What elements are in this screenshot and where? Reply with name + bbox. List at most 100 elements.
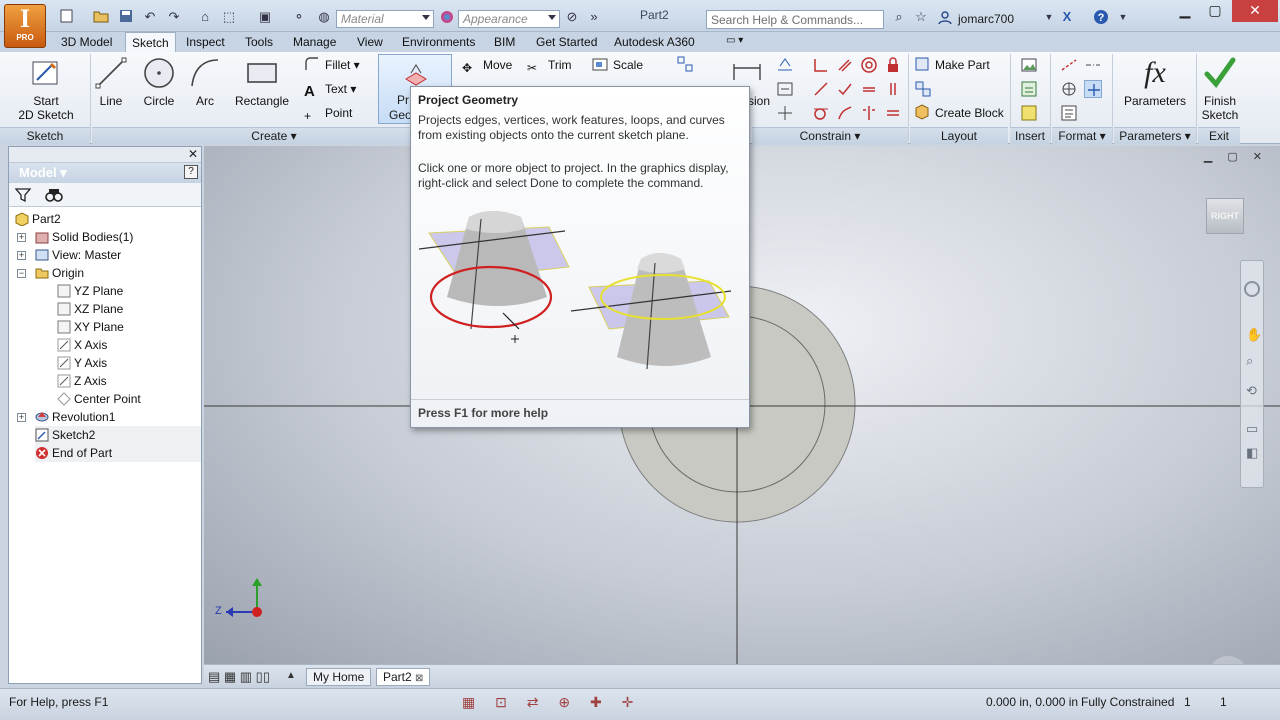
search-icon[interactable]: ⌕	[890, 9, 908, 25]
construction-icon[interactable]	[1060, 56, 1078, 74]
concentric-constraint-icon[interactable]	[860, 56, 878, 74]
ribbon-options-icon[interactable]: ▭ ▾	[720, 32, 749, 52]
tree-item-yz-plane[interactable]: YZ Plane	[57, 282, 123, 300]
more-quick-access-icon[interactable]: »	[585, 9, 603, 25]
material-dropdown[interactable]: Material	[336, 10, 434, 28]
find-icon[interactable]	[45, 187, 63, 206]
driven-dimension-icon[interactable]	[1084, 80, 1102, 98]
steering-wheel-icon[interactable]	[1244, 281, 1260, 297]
zoom-icon[interactable]: ⌕	[1246, 353, 1253, 369]
auto-dimension-icon[interactable]	[776, 56, 794, 74]
rectangle-button[interactable]: Rectangle	[232, 54, 292, 124]
clear-appearance-icon[interactable]: ⊘	[563, 9, 581, 25]
tab-bim[interactable]: BIM	[488, 32, 521, 52]
tree-item-origin[interactable]: Origin	[35, 264, 84, 282]
import-points-icon[interactable]	[1020, 80, 1038, 98]
panel-label-constrain[interactable]: Constrain ▾	[752, 127, 908, 144]
horizontal-constraint-icon[interactable]	[860, 80, 878, 98]
tab-tools[interactable]: Tools	[239, 32, 279, 52]
new-icon[interactable]	[58, 9, 76, 25]
expand-icon[interactable]: +	[17, 413, 26, 422]
tab-manage[interactable]: Manage	[287, 32, 342, 52]
tab-autodesk-a360[interactable]: Autodesk A360	[608, 32, 701, 52]
return-icon[interactable]: ⬚	[220, 9, 238, 25]
equal-constraint-icon[interactable]	[884, 104, 902, 122]
tab-sketch[interactable]: Sketch	[125, 32, 176, 53]
tree-item-xz-plane[interactable]: XZ Plane	[57, 300, 123, 318]
text-button[interactable]: A Text ▾	[304, 79, 356, 100]
vertical-constraint-icon[interactable]	[884, 80, 902, 98]
tree-item-z-axis[interactable]: Z Axis	[57, 372, 107, 390]
scale-button[interactable]: Scale	[592, 55, 643, 75]
tree-item-sketch2[interactable]: Sketch2	[35, 426, 201, 444]
tree-item-x-axis[interactable]: X Axis	[57, 336, 107, 354]
move-button[interactable]: ✥ Move	[462, 55, 512, 75]
circle-button[interactable]: Circle	[138, 54, 180, 124]
color-wheel-icon[interactable]: ◍	[315, 9, 333, 25]
smooth-constraint-icon[interactable]	[836, 104, 854, 122]
tree-item-center-point[interactable]: Center Point	[57, 390, 141, 408]
collinear-constraint-icon[interactable]	[812, 80, 830, 98]
fix-constraint-icon[interactable]	[884, 56, 902, 74]
fillet-button[interactable]: Fillet ▾	[304, 55, 360, 75]
make-components-icon[interactable]	[914, 80, 932, 98]
tile-views-icons[interactable]: ▤ ▦ ▥ ▯▯	[208, 669, 270, 685]
tab-get-started[interactable]: Get Started	[530, 32, 603, 52]
show-constraints-icon[interactable]	[776, 80, 794, 98]
tree-item-xy-plane[interactable]: XY Plane	[57, 318, 124, 336]
panel-label-parameters[interactable]: Parameters ▾	[1114, 127, 1196, 144]
search-input[interactable]: Search Help & Commands...	[706, 10, 884, 29]
create-block-button[interactable]: Create Block	[914, 103, 1004, 123]
undo-icon[interactable]: ↶	[141, 9, 159, 25]
acad-file-icon[interactable]	[1020, 104, 1038, 122]
application-menu-button[interactable]: I PRO	[4, 4, 46, 48]
tree-item-end-of-part[interactable]: End of Part	[35, 444, 201, 462]
user-menu-chevron-down-icon[interactable]: ▼	[1040, 9, 1058, 25]
open-icon[interactable]	[92, 9, 110, 25]
home-icon[interactable]: ⌂	[196, 9, 214, 25]
tab-list-up-icon[interactable]: ▲	[286, 670, 296, 681]
browser-close-icon[interactable]: ✕	[188, 147, 198, 161]
start-2d-sketch-button[interactable]: Start 2D Sketch	[14, 54, 78, 124]
symmetric-constraint-icon[interactable]	[860, 104, 878, 122]
expand-icon[interactable]: +	[17, 233, 26, 242]
help-icon[interactable]: ?	[1092, 9, 1110, 25]
model-dropdown[interactable]: Model ▾	[19, 165, 67, 181]
tab-environments[interactable]: Environments	[396, 32, 481, 52]
show-format-icon[interactable]	[1060, 104, 1078, 122]
redo-icon[interactable]: ↷	[165, 9, 183, 25]
center-point-format-icon[interactable]	[1060, 80, 1078, 98]
orbit-icon[interactable]: ⟲	[1246, 383, 1257, 399]
update-icon[interactable]: ⚬	[290, 9, 308, 25]
perpendicular-constraint-icon[interactable]	[812, 56, 830, 74]
star-icon[interactable]: ☆	[912, 9, 930, 25]
panel-label-create[interactable]: Create ▾	[92, 127, 456, 144]
help-menu-chevron-down-icon[interactable]: ▼	[1114, 9, 1132, 25]
tab-close-icon[interactable]: ⊠	[415, 673, 423, 684]
select-icon[interactable]: ▣	[256, 9, 274, 25]
collapse-icon[interactable]: −	[17, 269, 26, 278]
username[interactable]: jomarc700	[958, 12, 1014, 26]
centerline-icon[interactable]	[1084, 56, 1102, 74]
point-button[interactable]: + Point	[304, 103, 352, 123]
pan-icon[interactable]: ✋	[1246, 327, 1262, 343]
tree-item-y-axis[interactable]: Y Axis	[57, 354, 107, 372]
line-button[interactable]: Line	[92, 54, 130, 124]
tab-inspect[interactable]: Inspect	[180, 32, 231, 52]
save-icon[interactable]	[117, 9, 135, 25]
minimize-button[interactable]: ▁	[1170, 0, 1200, 22]
appearance-dropdown[interactable]: Appearance	[458, 10, 560, 28]
user-icon[interactable]	[936, 11, 954, 27]
viewcube[interactable]: RIGHT	[1206, 198, 1244, 234]
maximize-button[interactable]: ▢	[1200, 0, 1230, 22]
parallel-constraint-icon[interactable]	[836, 56, 854, 74]
relax-mode-icon[interactable]	[776, 104, 794, 122]
tab-part2[interactable]: Part2 ⊠	[376, 668, 431, 686]
trim-button[interactable]: ✂ Trim	[527, 55, 572, 75]
tree-item-view-master[interactable]: View: Master	[35, 246, 121, 264]
tab-view[interactable]: View	[351, 32, 389, 52]
browser-help-icon[interactable]: ?	[184, 165, 198, 179]
filter-icon[interactable]	[14, 187, 32, 206]
finish-sketch-button[interactable]: Finish Sketch	[1198, 54, 1242, 124]
viewport-window-controls[interactable]: ▁ ▢ ✕	[1204, 150, 1268, 163]
